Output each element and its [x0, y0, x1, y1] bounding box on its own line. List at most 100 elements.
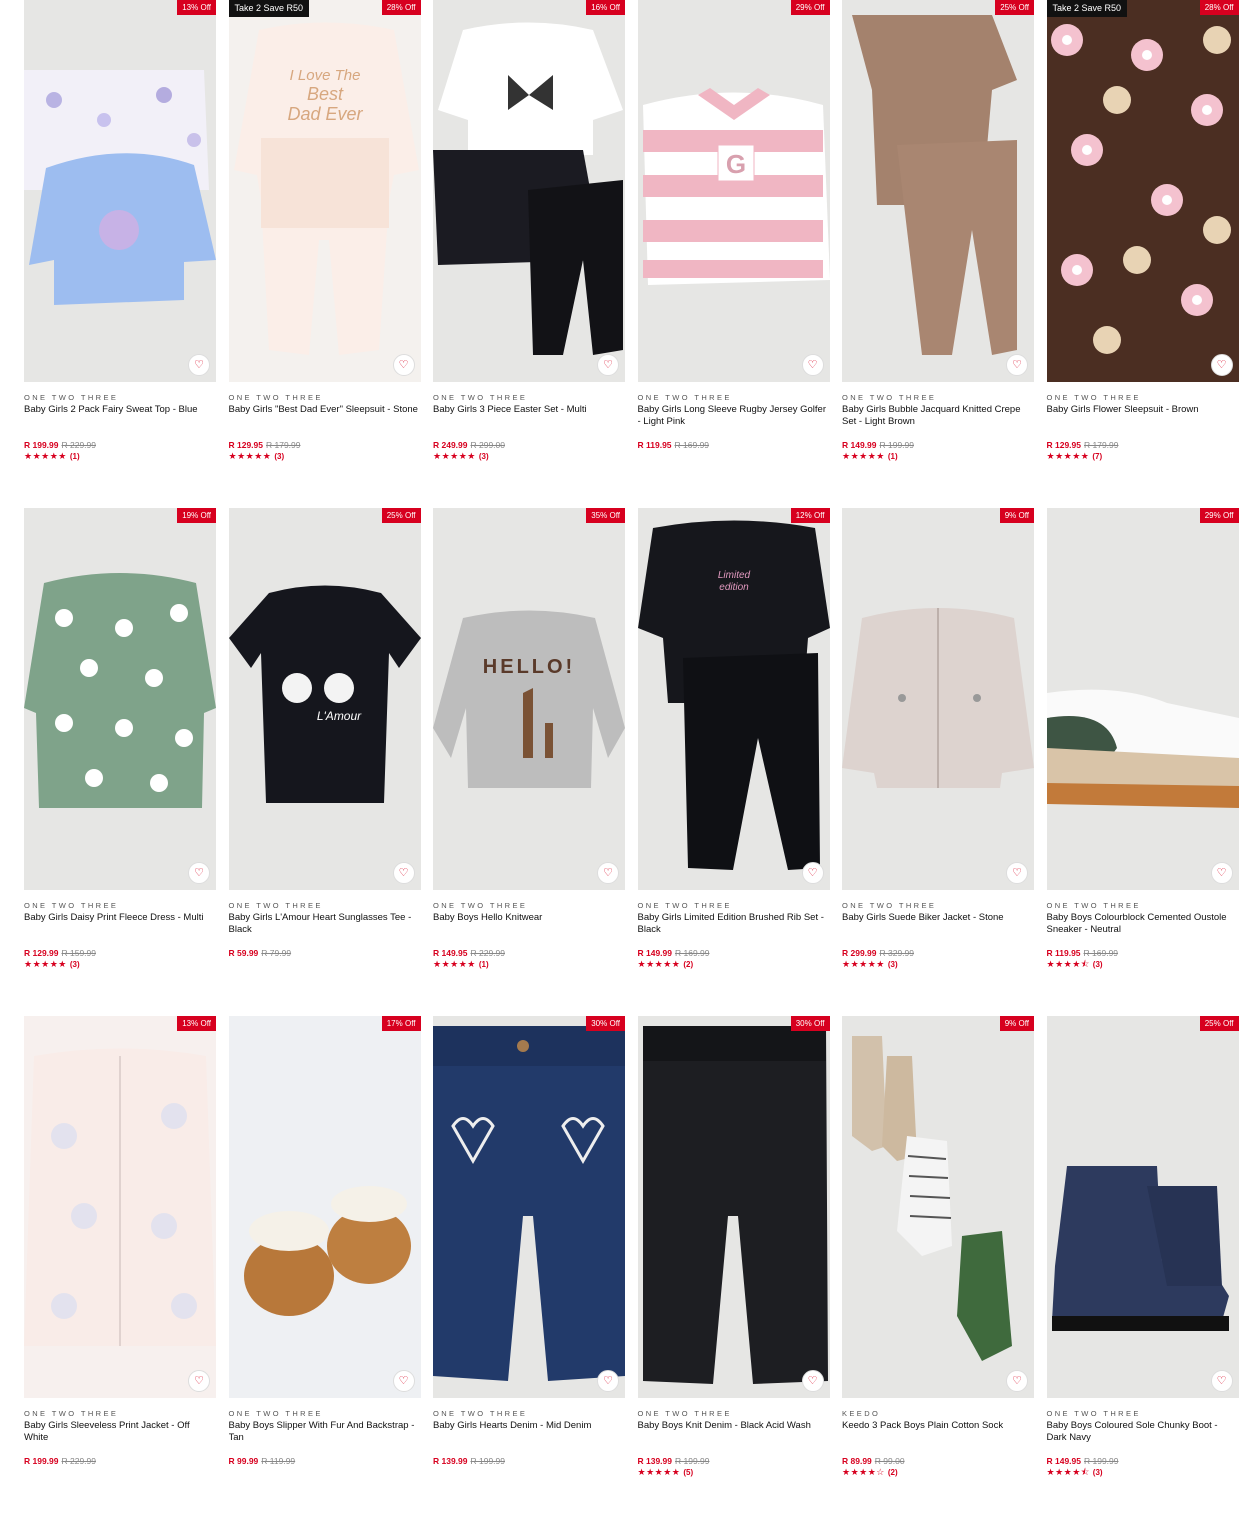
product-card[interactable]: 19% Off ♡ ONE TWO THREE Baby Girls Daisy…: [24, 508, 216, 1016]
product-card[interactable]: 9% Off ♡ KEEDO Keedo 3 Pack Boys Plain C…: [842, 1016, 1034, 1524]
product-name[interactable]: Baby Girls Long Sleeve Rugby Jersey Golf…: [638, 404, 830, 440]
heart-outline-icon[interactable]: ♡: [801, 354, 824, 376]
review-count: (7): [1092, 452, 1103, 461]
product-card[interactable]: Limited edition 12% Off ♡ ONE TWO THREE B…: [637, 508, 830, 1016]
product-name[interactable]: Baby Girls Hearts Denim - Mid Denim: [433, 1420, 625, 1456]
product-name[interactable]: Baby Girls "Best Dad Ever" Sleepsuit - S…: [229, 404, 421, 440]
product-name[interactable]: Baby Girls 2 Pack Fairy Sweat Top - Blue: [24, 404, 216, 440]
heart-outline-icon[interactable]: ♡: [1210, 1370, 1233, 1392]
heart-outline-icon[interactable]: ♡: [392, 1370, 415, 1392]
product-card[interactable]: 9% Off ♡ ONE TWO THREE Baby Girls Suede …: [842, 508, 1034, 1016]
discount-badge: 35% Off: [586, 508, 625, 523]
product-card[interactable]: 16% Off ♡ ONE TWO THREE Baby Girls 3 Pie…: [433, 0, 625, 508]
product-image[interactable]: 9% Off ♡: [842, 508, 1034, 890]
review-count: (3): [69, 960, 80, 969]
product-name[interactable]: Baby Girls 3 Piece Easter Set - Multi: [433, 404, 625, 440]
product-rating: ★★★★★ (3): [24, 959, 216, 970]
heart-outline-icon[interactable]: ♡: [188, 354, 210, 376]
product-image[interactable]: 13% Off ♡: [24, 1016, 216, 1398]
product-price: R 89.99: [842, 1456, 872, 1466]
heart-outline-icon[interactable]: ♡: [188, 862, 210, 884]
product-name[interactable]: Baby Boys Slipper With Fur And Backstrap…: [229, 1420, 421, 1456]
discount-badge: 13% Off: [177, 1016, 216, 1031]
product-prices: R 149.99 R 169.99: [638, 948, 830, 959]
discount-badge: 25% Off: [1199, 1016, 1239, 1031]
product-name[interactable]: Baby Boys Colourblock Cemented Oustole S…: [1047, 912, 1239, 948]
heart-outline-icon[interactable]: ♡: [1006, 354, 1028, 376]
star-icon: ★★★★★: [228, 451, 272, 461]
product-card[interactable]: 13% Off ♡ ONE TWO THREE Baby Girls 2 Pac…: [24, 0, 216, 508]
product-card[interactable]: 25% Off ♡ ONE TWO THREE Baby Girls Bubbl…: [842, 0, 1034, 508]
product-image[interactable]: 19% Off ♡: [24, 508, 216, 890]
heart-outline-icon[interactable]: ♡: [188, 1370, 210, 1392]
product-name[interactable]: Baby Girls Daisy Print Fleece Dress - Mu…: [24, 912, 216, 948]
product-card[interactable]: I Love The Best Dad Ever Take 2 Save R50 2…: [228, 0, 421, 508]
product-card[interactable]: L'Amour 25% Off ♡ ONE TWO THREE Baby Gir…: [228, 508, 421, 1016]
heart-outline-icon[interactable]: ♡: [392, 354, 415, 376]
product-card[interactable]: HELLO! 35% Off ♡ ONE TWO THREE Baby Boys…: [433, 508, 625, 1016]
discount-badge: 9% Off: [999, 1016, 1034, 1031]
star-icon: ★★★★★: [842, 451, 885, 461]
product-card[interactable]: 17% Off ♡ ONE TWO THREE Baby Boys Slippe…: [228, 1016, 421, 1524]
product-was-price: R 159.99: [61, 948, 97, 958]
product-price: R 59.99: [228, 948, 259, 958]
product-image[interactable]: L'Amour 25% Off ♡: [228, 508, 421, 890]
product-image[interactable]: HELLO! 35% Off ♡: [433, 508, 625, 890]
product-image[interactable]: Limited edition 12% Off ♡: [637, 508, 830, 890]
heart-outline-icon[interactable]: ♡: [1210, 862, 1233, 884]
heart-outline-icon[interactable]: ♡: [1210, 354, 1233, 376]
product-card[interactable]: Take 2 Save R50 28% Off ♡ ONE TWO THREE …: [1046, 0, 1239, 508]
promo-badge[interactable]: Take 2 Save R50: [228, 0, 310, 17]
product-rating: ★★★★★ (3): [229, 451, 421, 462]
product-was-price: R 169.99: [675, 948, 710, 958]
product-image[interactable]: Take 2 Save R50 28% Off ♡: [1046, 0, 1239, 382]
heart-outline-icon[interactable]: ♡: [801, 862, 824, 884]
product-card[interactable]: 29% Off ♡ ONE TWO THREE Baby Boys Colour…: [1046, 508, 1239, 1016]
heart-outline-icon[interactable]: ♡: [1006, 862, 1028, 884]
product-name[interactable]: Keedo 3 Pack Boys Plain Cotton Sock: [842, 1420, 1034, 1456]
product-illustration: I Love TheBestDad Ever: [228, 0, 421, 382]
discount-badge: 12% Off: [790, 508, 830, 523]
heart-outline-icon[interactable]: ♡: [597, 354, 619, 376]
product-image[interactable]: 9% Off ♡: [842, 1016, 1034, 1398]
promo-badge[interactable]: Take 2 Save R50: [1046, 0, 1128, 17]
discount-badge: 19% Off: [177, 508, 216, 523]
product-image[interactable]: 13% Off ♡: [24, 0, 216, 382]
product-name[interactable]: Baby Boys Knit Denim - Black Acid Wash: [638, 1420, 830, 1456]
product-image[interactable]: 29% Off ♡: [1046, 508, 1239, 890]
product-image[interactable]: 25% Off ♡: [842, 0, 1034, 382]
product-card[interactable]: G 29% Off ♡ ONE TWO THREE Baby Girls Lon…: [637, 0, 830, 508]
product-name[interactable]: Baby Girls Flower Sleepsuit - Brown: [1047, 404, 1239, 440]
product-card[interactable]: 13% Off ♡ ONE TWO THREE Baby Girls Sleev…: [24, 1016, 216, 1524]
product-image[interactable]: 17% Off ♡: [228, 1016, 421, 1398]
product-card[interactable]: 30% Off ♡ ONE TWO THREE Baby Boys Knit D…: [637, 1016, 830, 1524]
product-prices: R 89.99 R 99.00: [842, 1456, 1034, 1467]
heart-outline-icon[interactable]: ♡: [801, 1370, 824, 1392]
product-card[interactable]: 25% Off ♡ ONE TWO THREE Baby Boys Colour…: [1046, 1016, 1239, 1524]
product-image[interactable]: 16% Off ♡: [433, 0, 625, 382]
heart-outline-icon[interactable]: ♡: [597, 1370, 619, 1392]
product-brand: ONE TWO THREE: [637, 393, 732, 402]
heart-outline-icon[interactable]: ♡: [1006, 1370, 1028, 1392]
product-name[interactable]: Baby Girls Bubble Jacquard Knitted Crepe…: [842, 404, 1034, 440]
product-rating: ★★★★⯪ (3): [1047, 959, 1239, 970]
product-image[interactable]: 25% Off ♡: [1046, 1016, 1239, 1398]
product-name[interactable]: Baby Girls L'Amour Heart Sunglasses Tee …: [229, 912, 421, 948]
product-image[interactable]: 30% Off ♡: [637, 1016, 830, 1398]
heart-outline-icon[interactable]: ♡: [392, 862, 415, 884]
product-rating: ★★★★⯪ (3): [1047, 1467, 1239, 1478]
product-image[interactable]: 30% Off ♡: [433, 1016, 625, 1398]
product-name[interactable]: Baby Girls Suede Biker Jacket - Stone: [842, 912, 1034, 948]
product-image[interactable]: I Love The Best Dad Ever Take 2 Save R50 2…: [228, 0, 421, 382]
heart-outline-icon[interactable]: ♡: [597, 862, 619, 884]
product-image[interactable]: G 29% Off ♡: [637, 0, 830, 382]
product-card[interactable]: 30% Off ♡ ONE TWO THREE Baby Girls Heart…: [433, 1016, 625, 1524]
product-prices: R 149.99 R 199.99: [842, 440, 1034, 451]
product-brand: KEEDO: [842, 1409, 881, 1418]
product-name[interactable]: Baby Boys Hello Knitwear: [433, 912, 625, 948]
product-was-price: R 199.99: [1084, 1456, 1119, 1466]
product-name[interactable]: Baby Girls Sleeveless Print Jacket - Off…: [24, 1420, 216, 1456]
product-name[interactable]: Baby Girls Limited Edition Brushed Rib S…: [638, 912, 830, 948]
product-name[interactable]: Baby Boys Coloured Sole Chunky Boot - Da…: [1047, 1420, 1239, 1456]
star-icon: ★★★★★: [433, 959, 476, 969]
